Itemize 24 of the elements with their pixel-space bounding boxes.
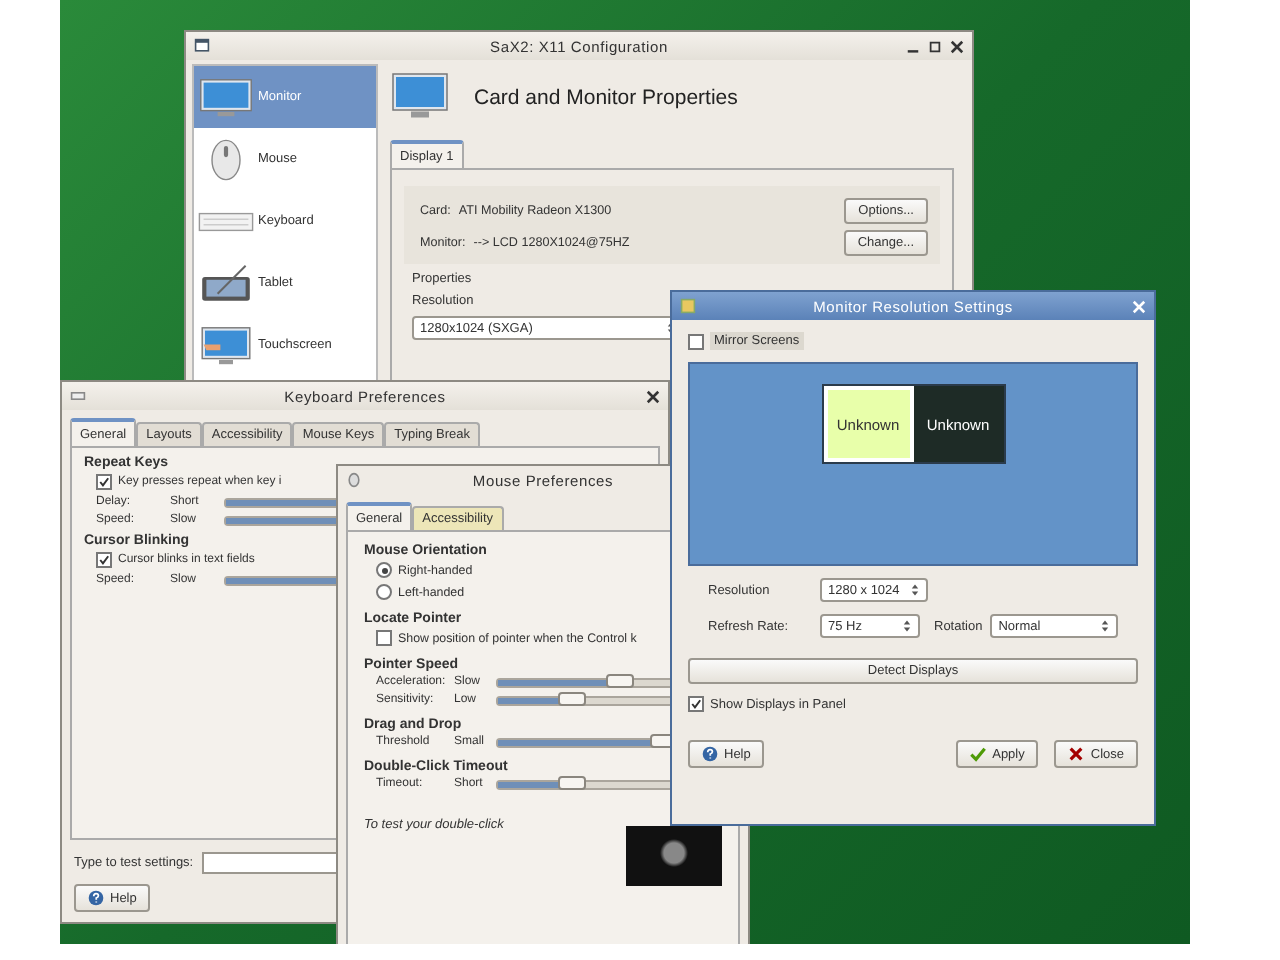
radio-button[interactable] <box>376 562 392 578</box>
checkbox[interactable] <box>96 552 112 568</box>
mouse-icon <box>346 472 362 488</box>
window-icon <box>194 38 210 54</box>
help-icon <box>88 890 104 906</box>
maximize-icon[interactable] <box>928 39 942 53</box>
close-icon[interactable] <box>646 389 660 403</box>
slider-handle[interactable] <box>606 673 635 687</box>
checkbox[interactable] <box>96 474 112 490</box>
page-heading: Card and Monitor Properties <box>474 86 738 110</box>
slider-handle[interactable] <box>557 691 586 705</box>
checkmark-icon <box>970 746 987 762</box>
slider-handle[interactable] <box>557 775 586 789</box>
radio-button[interactable] <box>376 584 392 600</box>
help-icon <box>702 746 718 762</box>
keyboard-icon <box>198 211 254 231</box>
close-icon <box>1068 746 1085 762</box>
image-placeholder[interactable] <box>626 826 722 886</box>
window-icon <box>680 298 696 314</box>
checkbox[interactable] <box>688 333 704 349</box>
close-icon[interactable] <box>950 39 964 53</box>
keyboard-icon <box>70 388 86 404</box>
checkbox[interactable] <box>688 696 704 712</box>
checkbox[interactable] <box>376 630 392 646</box>
